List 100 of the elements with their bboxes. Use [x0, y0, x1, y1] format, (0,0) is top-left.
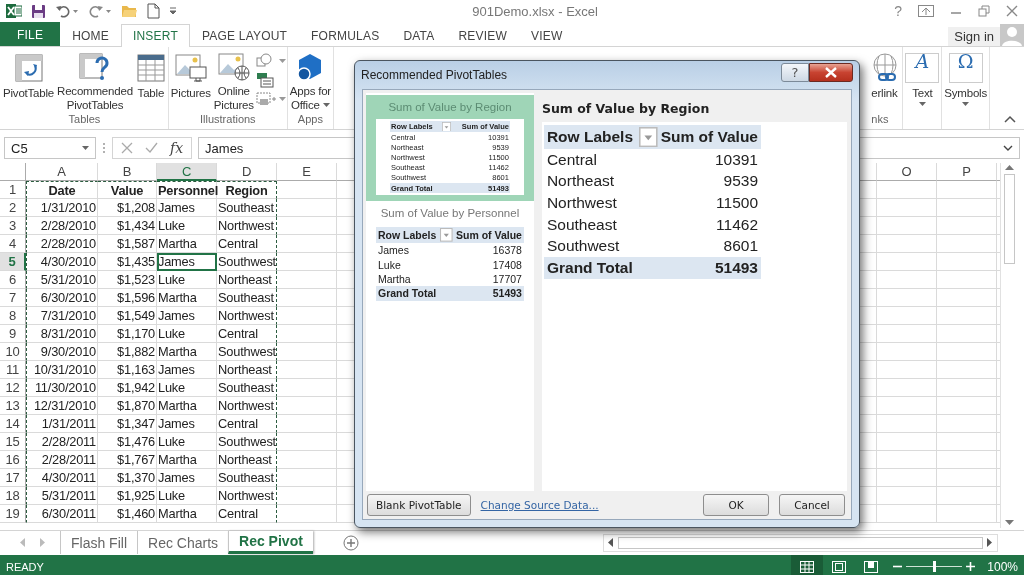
grip-icon[interactable]	[102, 141, 106, 155]
table-cell[interactable]: Northwest	[217, 307, 277, 325]
header-cell[interactable]: Date	[26, 181, 98, 199]
empty-cell[interactable]	[277, 451, 337, 469]
row-header[interactable]: 11	[0, 361, 26, 379]
empty-cell[interactable]	[877, 487, 937, 505]
dialog-button[interactable]: Blank PivotTable	[367, 494, 471, 516]
empty-cell[interactable]	[277, 487, 337, 505]
table-cell[interactable]: Martha	[157, 289, 217, 307]
empty-cell[interactable]	[937, 487, 997, 505]
empty-cell[interactable]	[277, 397, 337, 415]
row-header[interactable]: 1	[0, 181, 26, 199]
table-cell[interactable]: James	[157, 361, 217, 379]
row-header[interactable]: 18	[0, 487, 26, 505]
folder-icon[interactable]	[121, 4, 138, 18]
table-cell[interactable]: 8/31/2010	[26, 325, 98, 343]
table-cell[interactable]: Martha	[157, 451, 217, 469]
empty-cell[interactable]	[277, 361, 337, 379]
row-header[interactable]: 3	[0, 217, 26, 235]
horizontal-scrollbar[interactable]	[603, 533, 998, 552]
ribbon-tab[interactable]: HOME	[60, 24, 121, 46]
empty-cell[interactable]	[877, 253, 937, 271]
table-cell[interactable]: $1,549	[98, 307, 157, 325]
ribbon-tab[interactable]: PAGE LAYOUT	[189, 24, 300, 46]
table-cell[interactable]: Luke	[157, 487, 217, 505]
next-sheet-icon[interactable]	[40, 538, 46, 547]
ribbon-button[interactable]	[255, 91, 286, 107]
empty-cell[interactable]	[937, 343, 997, 361]
row-header[interactable]: 13	[0, 397, 26, 415]
empty-cell[interactable]	[877, 307, 937, 325]
ribbon-button[interactable]: Recommended PivotTables	[56, 51, 134, 113]
row-header[interactable]: 17	[0, 469, 26, 487]
table-cell[interactable]: Martha	[157, 397, 217, 415]
table-cell[interactable]: Southwest	[217, 433, 277, 451]
table-cell[interactable]: 11/30/2010	[26, 379, 98, 397]
empty-cell[interactable]	[937, 325, 997, 343]
table-cell[interactable]: $1,925	[98, 487, 157, 505]
empty-cell[interactable]	[877, 451, 937, 469]
sheet-tab[interactable]: Rec Pivot	[228, 531, 313, 554]
table-cell[interactable]: $1,476	[98, 433, 157, 451]
table-cell[interactable]: 12/31/2010	[26, 397, 98, 415]
empty-cell[interactable]	[937, 379, 997, 397]
expand-icon[interactable]	[1003, 145, 1013, 151]
table-cell[interactable]: 5/31/2010	[26, 271, 98, 289]
undo-icon[interactable]	[55, 4, 79, 18]
collapse-ribbon-icon[interactable]	[1004, 115, 1016, 123]
table-cell[interactable]: Northeast	[217, 361, 277, 379]
table-cell[interactable]: $1,523	[98, 271, 157, 289]
name-box[interactable]: C5	[4, 137, 96, 159]
table-cell[interactable]: Southwest	[217, 343, 277, 361]
scroll-right-icon[interactable]	[987, 538, 993, 547]
row-header[interactable]: 15	[0, 433, 26, 451]
zoom-level[interactable]: 100%	[981, 559, 1024, 574]
vertical-scrollbar[interactable]	[1000, 163, 1017, 528]
table-cell[interactable]: Martha	[157, 235, 217, 253]
table-cell[interactable]: $1,347	[98, 415, 157, 433]
table-cell[interactable]: 2/28/2010	[26, 235, 98, 253]
dialog-button[interactable]: Cancel	[779, 494, 845, 516]
filter-button[interactable]	[440, 227, 454, 244]
ribbon-button[interactable]: Apps for Office	[288, 51, 332, 113]
view-button[interactable]	[791, 555, 824, 575]
empty-cell[interactable]	[277, 307, 337, 325]
restore-icon[interactable]	[978, 5, 990, 17]
empty-cell[interactable]	[937, 235, 997, 253]
row-header[interactable]: 2	[0, 199, 26, 217]
empty-cell[interactable]	[877, 379, 937, 397]
table-cell[interactable]: 9/30/2010	[26, 343, 98, 361]
table-cell[interactable]: 5/31/2011	[26, 487, 98, 505]
table-cell[interactable]: Luke	[157, 325, 217, 343]
recommendation-list[interactable]	[366, 93, 534, 491]
column-header[interactable]: P	[937, 163, 997, 181]
scroll-left-icon[interactable]	[608, 538, 614, 547]
ribbon-button[interactable]: Online Pictures	[212, 51, 255, 113]
table-cell[interactable]: $1,587	[98, 235, 157, 253]
empty-cell[interactable]	[877, 325, 937, 343]
ribbon-tab[interactable]: REVIEW	[446, 24, 519, 46]
empty-cell[interactable]	[877, 271, 937, 289]
empty-cell[interactable]	[937, 415, 997, 433]
empty-cell[interactable]	[937, 289, 997, 307]
table-cell[interactable]: $1,767	[98, 451, 157, 469]
table-cell[interactable]: $1,882	[98, 343, 157, 361]
column-header[interactable]: O	[877, 163, 937, 181]
table-cell[interactable]: 4/30/2010	[26, 253, 98, 271]
table-cell[interactable]: Luke	[157, 271, 217, 289]
empty-cell[interactable]	[937, 217, 997, 235]
empty-cell[interactable]	[877, 415, 937, 433]
empty-cell[interactable]	[877, 217, 937, 235]
table-cell[interactable]: James	[157, 415, 217, 433]
table-cell[interactable]: James	[157, 469, 217, 487]
empty-cell[interactable]	[277, 469, 337, 487]
excel-logo-icon[interactable]	[6, 3, 22, 19]
insert-function-button[interactable]: fx	[170, 140, 184, 156]
row-header[interactable]: 9	[0, 325, 26, 343]
table-cell[interactable]: $1,942	[98, 379, 157, 397]
table-cell[interactable]: 7/31/2010	[26, 307, 98, 325]
empty-cell[interactable]	[877, 505, 937, 523]
table-cell[interactable]: Southeast	[217, 199, 277, 217]
save-icon[interactable]	[31, 3, 46, 19]
row-header[interactable]: 10	[0, 343, 26, 361]
empty-cell[interactable]	[877, 361, 937, 379]
